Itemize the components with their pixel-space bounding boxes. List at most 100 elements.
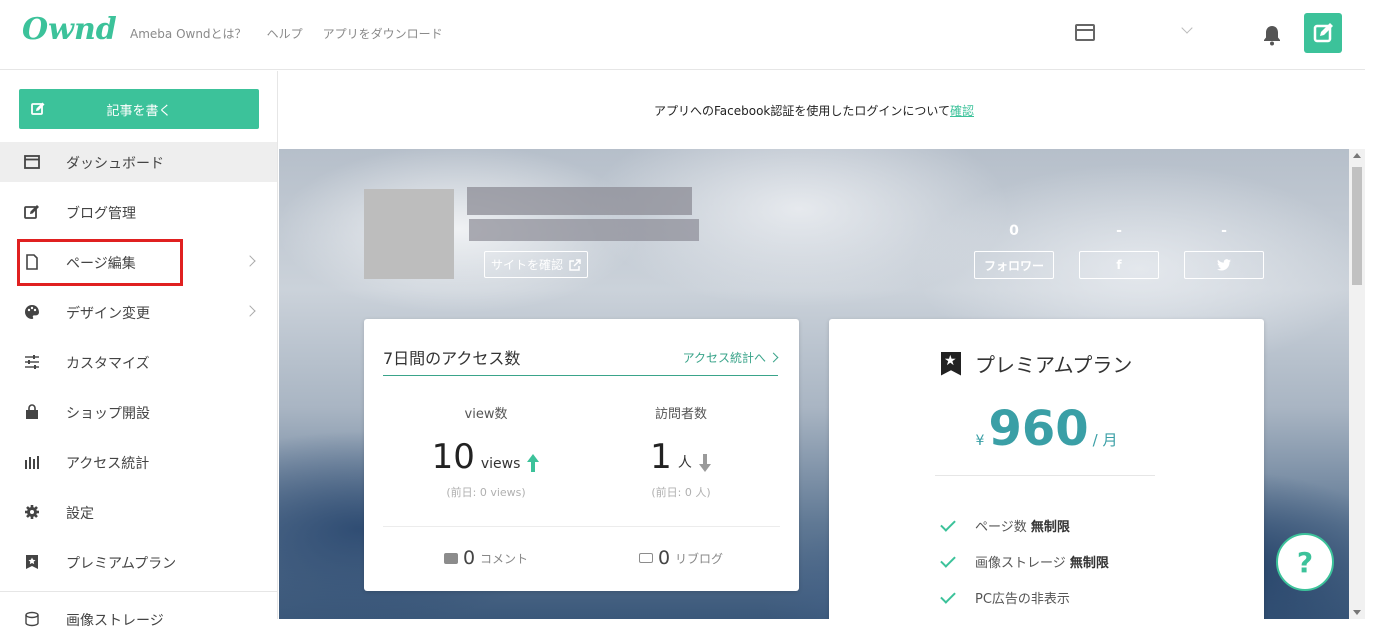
- facebook-button[interactable]: f: [1079, 251, 1159, 279]
- scroll-up-arrow-icon[interactable]: [1353, 153, 1361, 158]
- notice-confirm-link[interactable]: 確認: [950, 102, 974, 119]
- premium-feature: ページ数 無制限: [940, 515, 1070, 535]
- sidebar-item-storage[interactable]: 画像ストレージ: [0, 599, 277, 639]
- facebook-icon: f: [1116, 258, 1122, 272]
- view-site-button[interactable]: サイトを確認: [484, 251, 589, 278]
- sidebar-item-label: 画像ストレージ: [66, 613, 164, 629]
- scroll-down-arrow-icon[interactable]: [1353, 610, 1361, 615]
- reblogs-stat: 0 リブログ: [586, 547, 776, 569]
- price-amount: 960: [988, 401, 1089, 457]
- help-button[interactable]: ?: [1276, 533, 1334, 591]
- sidebar-item-dashboard[interactable]: ダッシュボード: [0, 142, 277, 182]
- check-icon: [940, 587, 956, 604]
- dashboard-hero: サイトを確認 0 フォロワー - f - 7日間のアクセス数 アクセス統計へ v…: [279, 149, 1349, 619]
- nav-about-link[interactable]: Ameba Owndとは？: [130, 25, 247, 42]
- bar-chart-icon: [25, 456, 39, 469]
- site-window-icon[interactable]: [1075, 24, 1095, 41]
- twitter-count: -: [1221, 223, 1227, 239]
- followers-stat: 0 フォロワー: [974, 223, 1054, 279]
- chevron-right-icon: [244, 255, 256, 267]
- bell-icon[interactable]: [1262, 24, 1282, 46]
- sidebar-item-label: デザイン変更: [66, 306, 150, 322]
- chevron-right-icon: [244, 305, 256, 317]
- header-nav: Ameba Owndとは？ ヘルプ アプリをダウンロード: [130, 25, 443, 42]
- ownd-logo[interactable]: Ownd: [22, 12, 117, 47]
- sidebar-item-design[interactable]: デザイン変更: [0, 292, 277, 332]
- sidebar-item-settings[interactable]: 設定: [0, 492, 277, 532]
- access-stats-link-label: アクセス統計へ: [682, 351, 766, 365]
- premium-bookmark-icon: [941, 351, 961, 376]
- twitter-stat: -: [1184, 223, 1264, 279]
- sidebar-item-premium[interactable]: プレミアムプラン: [0, 542, 277, 582]
- site-url-redacted: [469, 219, 699, 241]
- visitors-previous: (前日: 0 人): [651, 486, 711, 499]
- facebook-count: -: [1116, 223, 1122, 239]
- arrow-up-icon: [526, 454, 540, 472]
- check-icon: [940, 551, 956, 568]
- scroll-thumb[interactable]: [1352, 167, 1362, 285]
- premium-bookmark-icon: [26, 555, 38, 569]
- arrow-down-icon: [698, 454, 712, 472]
- facebook-stat: - f: [1079, 223, 1159, 279]
- chevron-down-icon[interactable]: [1181, 22, 1193, 34]
- highlight-annotation-box: [17, 239, 183, 286]
- views-unit: views: [480, 456, 521, 472]
- access-stats-link[interactable]: アクセス統計へ: [682, 349, 779, 366]
- site-thumbnail: [364, 189, 454, 279]
- reblogs-label: リブログ: [675, 551, 724, 566]
- reblog-icon: [638, 553, 653, 563]
- write-article-label: 記事を書く: [106, 103, 172, 119]
- views-stat: view数 10 views (前日: 0 views): [391, 403, 581, 500]
- visitors-stat: 訪問者数 1 人 (前日: 0 人): [586, 403, 776, 500]
- edit-icon: [1313, 23, 1333, 43]
- comments-value: 0: [462, 547, 476, 569]
- storage-icon: [25, 611, 39, 627]
- views-label: view数: [464, 407, 508, 422]
- followers-button[interactable]: フォロワー: [974, 251, 1054, 279]
- gear-icon: [25, 505, 39, 519]
- dashboard-icon: [24, 155, 40, 169]
- sidebar-item-analytics[interactable]: アクセス統計: [0, 442, 277, 482]
- sidebar-item-customize[interactable]: カスタマイズ: [0, 342, 277, 382]
- sidebar: 記事を書く ダッシュボード ブログ管理 ページ編集 デザイン変更 カスタマイズ …: [0, 71, 278, 629]
- write-article-button[interactable]: 記事を書く: [19, 89, 259, 129]
- premium-feature: 画像ストレージ 無制限: [940, 551, 1109, 571]
- sidebar-item-label: ダッシュボード: [66, 156, 164, 172]
- access-card-title: 7日間のアクセス数: [383, 349, 521, 368]
- sidebar-item-shop[interactable]: ショップ開設: [0, 392, 277, 432]
- sidebar-divider: [0, 591, 277, 592]
- scrollbar[interactable]: [1349, 149, 1365, 619]
- sidebar-item-label: カスタマイズ: [66, 356, 150, 372]
- external-link-icon: [569, 258, 581, 271]
- view-site-label: サイトを確認: [491, 258, 564, 272]
- palette-icon: [25, 305, 39, 319]
- edit-icon: [24, 205, 39, 219]
- premium-plan-card[interactable]: プレミアムプラン ¥960/ 月 ページ数 無制限 画像ストレージ 無制限 PC…: [829, 319, 1264, 619]
- price-period: / 月: [1092, 431, 1118, 449]
- comments-label: コメント: [480, 551, 529, 566]
- access-card-divider: [383, 526, 780, 527]
- premium-title: プレミアムプラン: [975, 353, 1133, 377]
- sidebar-item-blog[interactable]: ブログ管理: [0, 192, 277, 232]
- premium-price: ¥960/ 月: [829, 401, 1264, 457]
- views-value: 10: [431, 437, 475, 477]
- sidebar-item-label: ショップ開設: [66, 406, 150, 422]
- visitors-label: 訪問者数: [654, 407, 707, 422]
- notice-bar: アプリへのFacebook認証を使用したログインについて 確認: [279, 71, 1349, 149]
- sidebar-item-label: プレミアムプラン: [66, 556, 177, 572]
- visitors-value: 1: [650, 437, 672, 477]
- currency-symbol: ¥: [975, 433, 985, 449]
- edit-post-button[interactable]: [1304, 13, 1342, 53]
- premium-divider: [935, 475, 1155, 476]
- access-stats-card: 7日間のアクセス数 アクセス統計へ view数 10 views (前日: 0 …: [364, 319, 799, 591]
- comment-icon: [443, 552, 458, 564]
- twitter-button[interactable]: [1184, 251, 1264, 279]
- sidebar-item-label: アクセス統計: [66, 456, 150, 472]
- visitors-unit: 人: [677, 455, 692, 471]
- followers-count: 0: [1009, 223, 1019, 239]
- nav-help-link[interactable]: ヘルプ: [267, 25, 303, 42]
- nav-app-download-link[interactable]: アプリをダウンロード: [323, 25, 443, 42]
- check-icon: [940, 515, 956, 532]
- shop-icon: [26, 404, 38, 419]
- access-card-underline: [383, 375, 778, 376]
